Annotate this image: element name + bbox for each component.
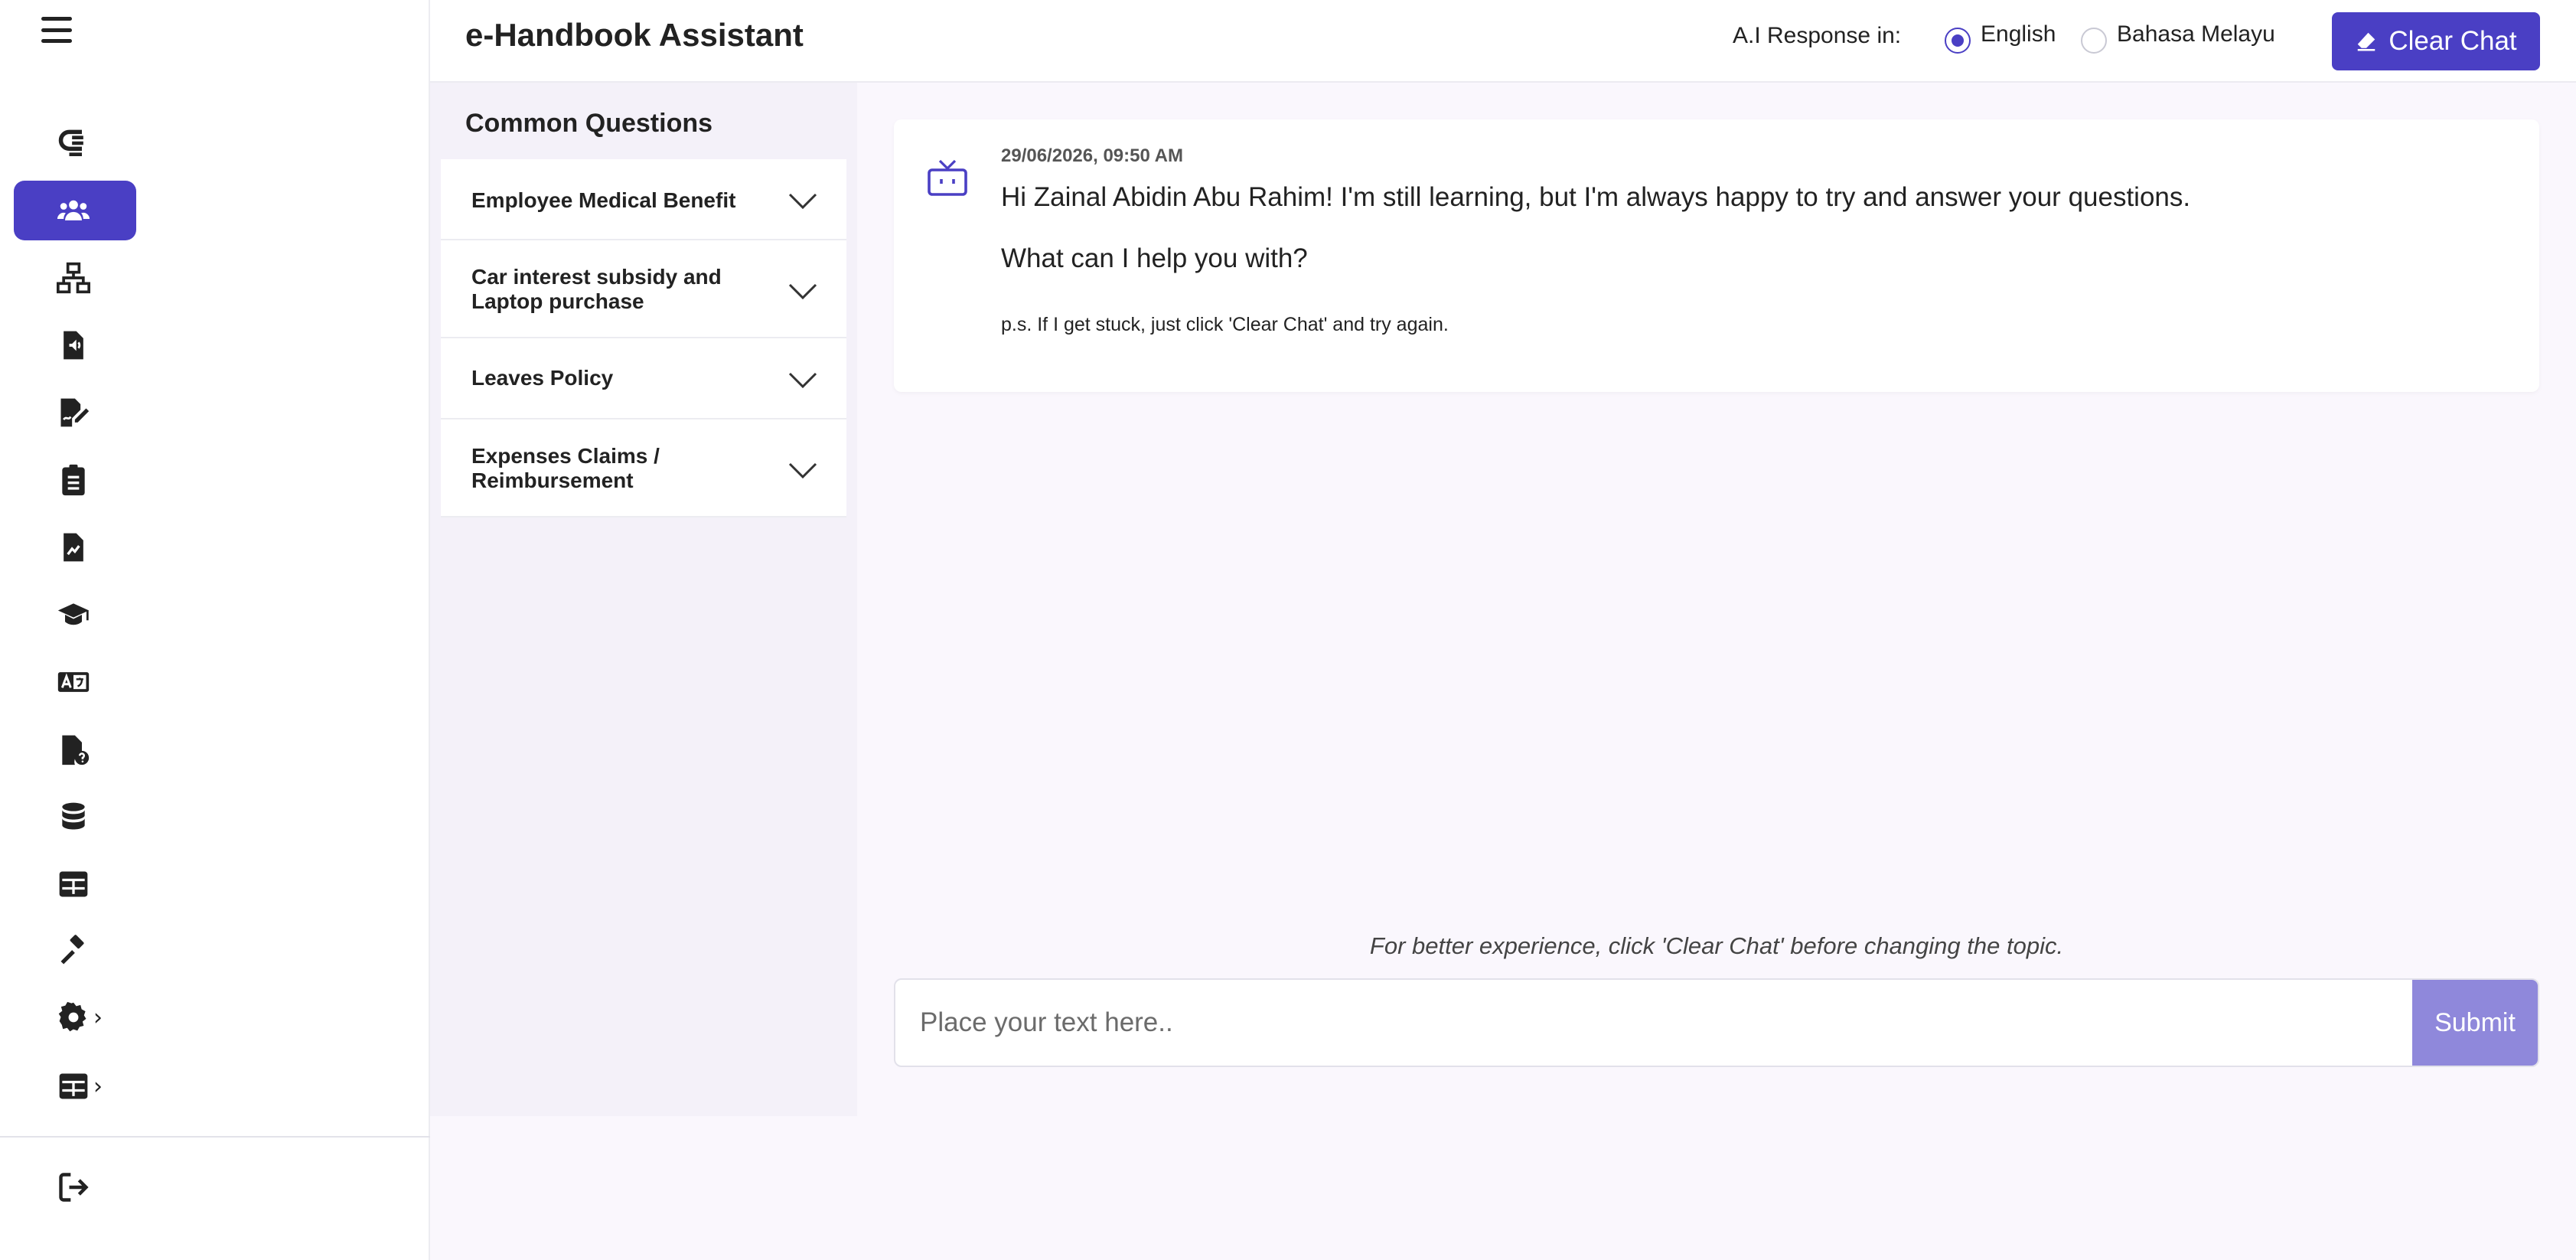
radio-english-label[interactable]: English xyxy=(1981,21,2056,47)
users-icon xyxy=(57,200,90,220)
sidebar-item-logout[interactable] xyxy=(14,1157,136,1217)
chevron-right-icon: › xyxy=(93,1004,103,1031)
faq-item-label: Car interest subsidy and Laptop purchase xyxy=(471,265,722,313)
chat-hint: For better experience, click 'Clear Chat… xyxy=(1369,932,2064,959)
common-questions-panel: Common Questions Employee Medical Benefi… xyxy=(430,83,857,1116)
table-icon xyxy=(59,871,88,897)
chat-input-bar: Submit xyxy=(894,978,2539,1067)
sidebar-item-home[interactable] xyxy=(14,113,136,173)
faq-item-leaves[interactable]: Leaves Policy xyxy=(441,338,846,419)
gear-icon xyxy=(58,1001,86,1032)
top-header: e-Handbook Assistant A.I Response in: En… xyxy=(430,0,2576,83)
radio-bahasa-melayu-label[interactable]: Bahasa Melayu xyxy=(2117,21,2275,47)
message-prompt: What can I help you with? xyxy=(1001,243,1308,273)
translate-icon xyxy=(57,672,90,692)
message-timestamp: 29/06/2026, 09:50 AM xyxy=(1001,145,1183,166)
sidebar-item-policy[interactable] xyxy=(14,922,136,981)
chevron-down-icon xyxy=(788,372,817,389)
message-greeting: Hi Zainal Abidin Abu Rahim! I'm still le… xyxy=(1001,182,2191,212)
sidebar-divider xyxy=(0,1136,430,1138)
file-signature-icon xyxy=(60,398,90,427)
chat-message: 29/06/2026, 09:50 AM Hi Zainal Abidin Ab… xyxy=(894,119,2539,392)
sidebar-item-reports[interactable] xyxy=(14,517,136,577)
audio-file-icon xyxy=(64,331,83,360)
sidebar-item-faq[interactable] xyxy=(14,720,136,779)
clear-chat-button[interactable]: Clear Chat xyxy=(2332,12,2540,70)
sidebar-item-training[interactable] xyxy=(14,585,136,645)
message-ps: p.s. If I get stuck, just click 'Clear C… xyxy=(1001,314,1449,335)
bot-icon xyxy=(928,159,967,196)
sidebar-item-users[interactable] xyxy=(14,181,136,240)
sidebar-item-audio[interactable] xyxy=(14,315,136,375)
sidebar-item-translate[interactable] xyxy=(14,652,136,712)
sidebar-item-settings[interactable]: › xyxy=(14,987,136,1047)
sidebar-item-database[interactable] xyxy=(14,787,136,847)
sidebar-item-tasks[interactable] xyxy=(14,450,136,510)
faq-item-label: Leaves Policy xyxy=(471,366,614,390)
page-title: e-Handbook Assistant xyxy=(465,17,804,53)
chevron-down-icon xyxy=(788,462,817,479)
chevron-down-icon xyxy=(788,283,817,300)
sitemap-icon xyxy=(57,262,90,294)
ai-response-label: A.I Response in: xyxy=(1733,23,1902,48)
chevron-right-icon: › xyxy=(93,1073,103,1100)
chevron-down-icon xyxy=(788,193,817,210)
submit-button[interactable]: Submit xyxy=(2412,980,2538,1066)
sidebar-item-org[interactable] xyxy=(14,248,136,308)
radio-english[interactable] xyxy=(1945,28,1971,54)
database-icon xyxy=(62,802,85,830)
graduation-cap-icon xyxy=(57,603,90,625)
sidebar-item-tables[interactable]: › xyxy=(14,1056,136,1116)
chat-input[interactable] xyxy=(895,980,2414,1066)
sidebar: › › xyxy=(0,0,430,1260)
file-question-icon xyxy=(62,735,90,765)
table-icon xyxy=(59,1073,88,1099)
faq-item-label: Employee Medical Benefit xyxy=(471,188,736,212)
menu-toggle-icon[interactable] xyxy=(41,17,72,43)
faq-item-label: Expenses Claims / Reimbursement xyxy=(471,444,660,492)
clipboard-list-icon xyxy=(62,464,85,496)
common-questions-title: Common Questions xyxy=(465,109,713,138)
gavel-icon xyxy=(60,935,84,965)
sidebar-item-sign[interactable] xyxy=(14,383,136,442)
faq-item-expenses[interactable]: Expenses Claims / Reimbursement xyxy=(441,419,846,517)
sidebar-item-table[interactable] xyxy=(14,854,136,914)
faq-item-medical[interactable]: Employee Medical Benefit xyxy=(441,159,846,240)
faq-item-car-laptop[interactable]: Car interest subsidy and Laptop purchase xyxy=(441,240,846,338)
file-chart-icon xyxy=(64,533,83,562)
clear-chat-label: Clear Chat xyxy=(2389,26,2517,56)
radio-bahasa-melayu[interactable] xyxy=(2081,28,2107,54)
logo-icon xyxy=(58,129,83,156)
logout-icon xyxy=(59,1173,89,1202)
eraser-icon xyxy=(2358,32,2375,51)
